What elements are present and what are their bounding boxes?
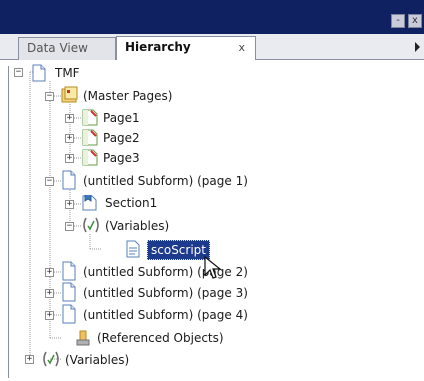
- tab-data-view[interactable]: Data View: [18, 37, 116, 60]
- tree-item-root[interactable]: TMF: [55, 64, 80, 82]
- tree-item-page[interactable]: Page3: [103, 149, 140, 167]
- collapse-toggle[interactable]: −: [45, 177, 54, 186]
- document-icon: [32, 64, 46, 82]
- page-icon: [82, 149, 98, 166]
- tab-label: Data View: [27, 41, 88, 55]
- tab-hierarchy[interactable]: Hierarchy x: [116, 36, 256, 60]
- expand-toggle[interactable]: +: [45, 289, 54, 298]
- expand-toggle[interactable]: +: [65, 154, 74, 163]
- tree-item-master-pages[interactable]: (Master Pages): [83, 87, 172, 105]
- expand-toggle[interactable]: +: [45, 311, 54, 320]
- page-icon: [82, 109, 98, 126]
- close-button[interactable]: x: [408, 14, 422, 28]
- referenced-objects-icon: [76, 330, 90, 346]
- script-icon: [126, 240, 140, 258]
- expand-toggle[interactable]: +: [65, 114, 74, 123]
- subform-icon: [62, 304, 76, 324]
- tree-item-script-selected[interactable]: scoScript: [147, 240, 210, 260]
- collapse-toggle[interactable]: −: [65, 222, 74, 231]
- expand-toggle[interactable]: +: [25, 355, 34, 364]
- subform-icon: [62, 261, 76, 281]
- subform-icon: [62, 282, 76, 302]
- mouse-cursor-icon: [204, 256, 222, 279]
- panel-title-bar: - x: [0, 0, 424, 34]
- expand-toggle[interactable]: +: [65, 134, 74, 143]
- subform-icon: [62, 170, 76, 190]
- expand-toggle[interactable]: +: [65, 200, 74, 209]
- master-pages-icon: [61, 86, 78, 103]
- tree-item-subform[interactable]: (untitled Subform) (page 3): [83, 284, 248, 302]
- page-icon: [82, 129, 98, 146]
- tree-item-page[interactable]: Page2: [103, 129, 140, 147]
- tab-scroll-right-icon[interactable]: [415, 42, 420, 52]
- section-icon: [82, 195, 97, 211]
- variables-icon: [43, 351, 59, 367]
- tab-label: Hierarchy: [125, 40, 191, 54]
- tree-item-subform[interactable]: (untitled Subform) (page 1): [83, 172, 248, 190]
- collapse-toggle[interactable]: −: [14, 68, 23, 77]
- minimize-button[interactable]: -: [391, 14, 405, 28]
- tree-item-variables[interactable]: (Variables): [65, 351, 129, 369]
- tab-strip: Data View Hierarchy x: [0, 34, 424, 60]
- expand-toggle[interactable]: +: [45, 268, 54, 277]
- tree-item-page[interactable]: Page1: [103, 109, 140, 127]
- hierarchy-tree: − TMF − (Master Pages) + Page1 + Page2 +…: [8, 64, 423, 378]
- tree-item-subform[interactable]: (untitled Subform) (page 4): [83, 306, 248, 324]
- tree-item-referenced-objects[interactable]: (Referenced Objects): [97, 329, 224, 347]
- collapse-toggle[interactable]: −: [45, 92, 54, 101]
- tree-item-variables[interactable]: (Variables): [105, 217, 169, 235]
- tab-close-icon[interactable]: x: [238, 37, 245, 58]
- tree-item-section[interactable]: Section1: [105, 194, 157, 212]
- variables-icon: [83, 217, 99, 233]
